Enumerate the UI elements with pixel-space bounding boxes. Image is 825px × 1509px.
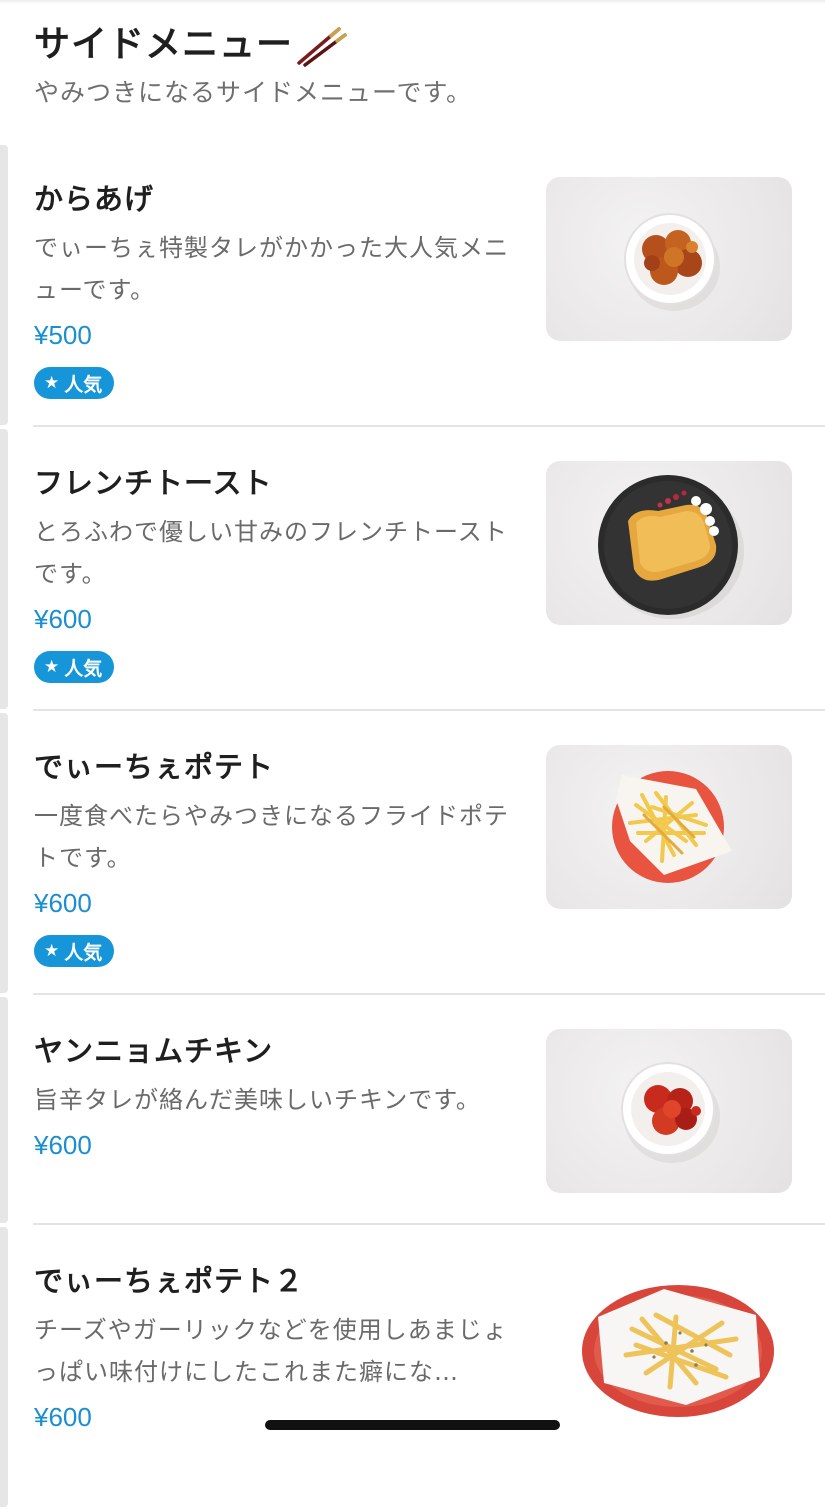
item-price: ¥600 <box>34 1402 92 1432</box>
french-toast-photo[interactable] <box>546 461 792 625</box>
chopsticks-icon <box>295 23 347 67</box>
cheese-fries-photo[interactable] <box>546 1259 792 1423</box>
menu-item-french-toast[interactable]: フレンチトースト とろふわで優しい甘みのフレンチトーストです。 ¥600 ★ 人… <box>0 427 825 711</box>
fries-photo[interactable] <box>546 745 792 909</box>
item-name: からあげ <box>34 182 155 216</box>
popular-badge: ★ 人気 <box>34 367 115 399</box>
menu-item-yangnyeom-chicken[interactable]: ヤンニョムチキン 旨辛タレが絡んだ美味しいチキンです。 ¥600 <box>0 995 825 1225</box>
item-name: フレンチトースト <box>34 466 273 500</box>
badge-label: 人気 <box>64 373 103 396</box>
yangnyeom-chicken-photo[interactable] <box>546 1029 792 1193</box>
item-price: ¥600 <box>34 1130 92 1160</box>
section-description: やみつきになるサイドメニューです。 <box>34 78 473 107</box>
star-icon: ★ <box>44 941 60 961</box>
item-edge-bar <box>0 145 8 425</box>
item-edge-bar <box>0 429 8 709</box>
item-price: ¥600 <box>34 604 92 634</box>
star-icon: ★ <box>44 373 60 393</box>
item-name: でぃーちぇポテト２ <box>34 1264 305 1298</box>
item-description: 旨辛タレが絡んだ美味しいチキンです。 <box>34 1086 481 1114</box>
star-icon: ★ <box>44 657 60 677</box>
home-indicator[interactable] <box>265 1420 560 1430</box>
item-text: からあげ でぃーちぇ特製タレがかかった大人気メニューです。 ¥500 ★ 人気 <box>34 179 520 399</box>
item-description: でぃーちぇ特製タレがかかった大人気メニューです。 <box>34 234 509 304</box>
top-edge-shadow <box>0 0 825 4</box>
popular-badge: ★ 人気 <box>34 651 115 683</box>
section-title-row: サイドメニュー <box>34 22 794 68</box>
karaage-photo[interactable] <box>546 177 792 341</box>
badge-label: 人気 <box>64 657 103 680</box>
menu-item-cheese-fries[interactable]: でぃーちぇポテト２ チーズやガーリックなどを使用しあまじょっぱい味付けにしたこれ… <box>0 1225 825 1509</box>
badge-label: 人気 <box>64 941 103 964</box>
item-name: ヤンニョムチキン <box>34 1034 274 1068</box>
item-price: ¥600 <box>34 888 92 918</box>
item-text: ヤンニョムチキン 旨辛タレが絡んだ美味しいチキンです。 ¥600 <box>34 1031 520 1165</box>
item-description: チーズやガーリックなどを使用しあまじょっぱい味付けにしたこれまた癖にな… <box>34 1316 508 1386</box>
menu-item-fries[interactable]: でぃーちぇポテト 一度食べたらやみつきになるフライドポテトです。 ¥600 ★ … <box>0 711 825 995</box>
section-header: サイドメニュー やみつきになるサイドメニューです。 <box>34 22 794 110</box>
menu-item-karaage[interactable]: からあげ でぃーちぇ特製タレがかかった大人気メニューです。 ¥500 ★ 人気 <box>0 143 825 427</box>
item-price: ¥500 <box>34 320 92 350</box>
item-name: でぃーちぇポテト <box>34 750 275 784</box>
section-title: サイドメニュー <box>34 24 294 65</box>
item-text: でぃーちぇポテト２ チーズやガーリックなどを使用しあまじょっぱい味付けにしたこれ… <box>34 1261 520 1437</box>
menu-list: からあげ でぃーちぇ特製タレがかかった大人気メニューです。 ¥500 ★ 人気 <box>0 143 825 1509</box>
item-description: とろふわで優しい甘みのフレンチトーストです。 <box>34 518 508 588</box>
item-edge-bar <box>0 997 8 1223</box>
item-edge-bar <box>0 713 8 993</box>
item-text: でぃーちぇポテト 一度食べたらやみつきになるフライドポテトです。 ¥600 ★ … <box>34 747 520 967</box>
popular-badge: ★ 人気 <box>34 935 115 967</box>
item-text: フレンチトースト とろふわで優しい甘みのフレンチトーストです。 ¥600 ★ 人… <box>34 463 520 683</box>
item-description: 一度食べたらやみつきになるフライドポテトです。 <box>34 802 509 872</box>
item-edge-bar <box>0 1227 8 1507</box>
